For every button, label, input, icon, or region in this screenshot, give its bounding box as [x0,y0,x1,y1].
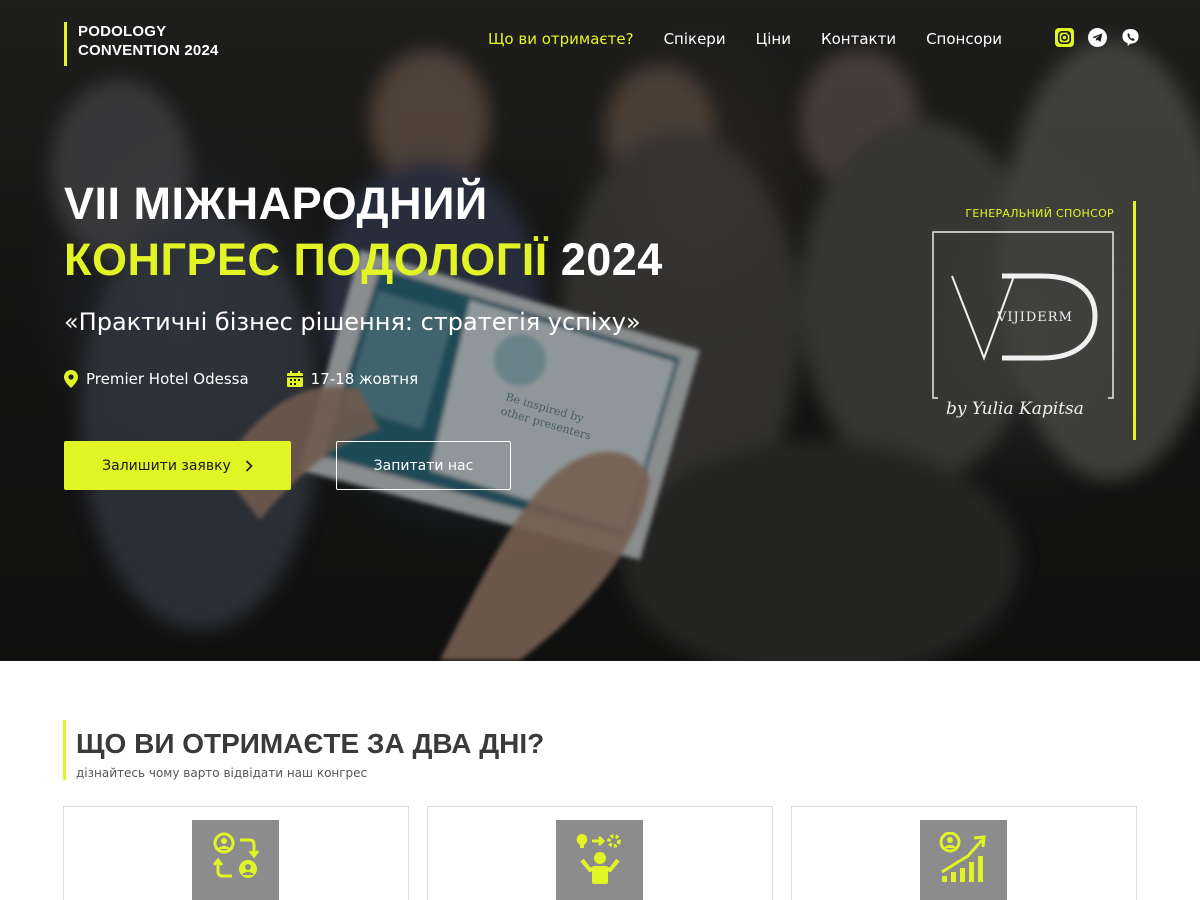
social-links [1055,28,1140,47]
people-exchange-icon [212,832,259,878]
nav-item-sponsors[interactable]: Спонсори [926,29,1002,49]
growth-chart-person-icon [939,832,986,882]
calendar-icon [286,371,303,387]
logo-line-2: CONVENTION 2024 [78,42,219,59]
telegram-icon[interactable] [1088,28,1107,47]
hero-title-year: 2024 [560,234,663,285]
site-logo[interactable]: PODOLOGY CONVENTION 2024 [64,22,219,66]
nav-item-prices[interactable]: Ціни [756,29,791,49]
benefit-icon-box [920,820,1007,900]
chevron-right-icon [245,459,253,472]
location-pin-icon [64,370,78,388]
benefit-icon-box [192,820,279,900]
ideas-person-icon [576,834,621,884]
sponsor-logo-signature: by Yulia Kapitsa [946,399,1084,419]
event-location-text: Premier Hotel Odessa [86,370,249,388]
event-location: Premier Hotel Odessa [64,370,249,388]
submit-application-button[interactable]: Залишити заявку [64,441,291,490]
benefit-card [63,806,409,900]
nav-item-speakers[interactable]: Спікери [664,29,726,49]
hero-section: Be inspired by other presenters PODOLOGY… [0,0,1200,661]
sponsor-logo-wordmark: VIJIDERM [996,310,1073,325]
benefit-card [427,806,773,900]
sponsor-vijiderm-logo[interactable]: VIJIDERM by Yulia Kapitsa [930,228,1116,432]
ask-us-button[interactable]: Запитати нас [336,441,511,490]
event-dates-text: 17-18 жовтня [310,370,419,388]
logo-line-1: PODOLOGY [78,23,167,40]
hero-title: VII МІЖНАРОДНИЙ КОНГРЕС ПОДОЛОГІЇ 2024 [64,176,663,288]
hero-title-line-1: VII МІЖНАРОДНИЙ [64,178,488,229]
sponsor-accent-bar [1133,201,1136,440]
section-title: ЩО ВИ ОТРИМАЄТЕ ЗА ДВА ДНІ? [76,728,545,759]
sponsor-label: ГЕНЕРАЛЬНИЙ СПОНСОР [965,207,1114,220]
submit-application-label: Залишити заявку [102,457,231,474]
section-heading: ЩО ВИ ОТРИМАЄТЕ ЗА ДВА ДНІ? дізнайтесь ч… [63,720,544,780]
nav-item-what-you-get[interactable]: Що ви отримаєте? [488,29,634,49]
event-meta: Premier Hotel Odessa 17-18 жовтня [64,370,456,388]
nav-item-contacts[interactable]: Контакти [821,29,896,49]
event-dates: 17-18 жовтня [286,370,419,388]
benefit-card [791,806,1137,900]
main-nav: Що ви отримаєте? Спікери Ціни Контакти С… [488,29,1002,49]
viber-icon[interactable] [1121,28,1140,47]
section-subtitle: дізнайтесь чому варто відвідати наш конг… [76,766,368,780]
benefit-icon-box [556,820,643,900]
hero-title-accent: КОНГРЕС ПОДОЛОГІЇ [64,234,548,285]
hero-subtitle: «Практичні бізнес рішення: стратегія усп… [64,308,641,336]
instagram-icon[interactable] [1055,28,1074,47]
